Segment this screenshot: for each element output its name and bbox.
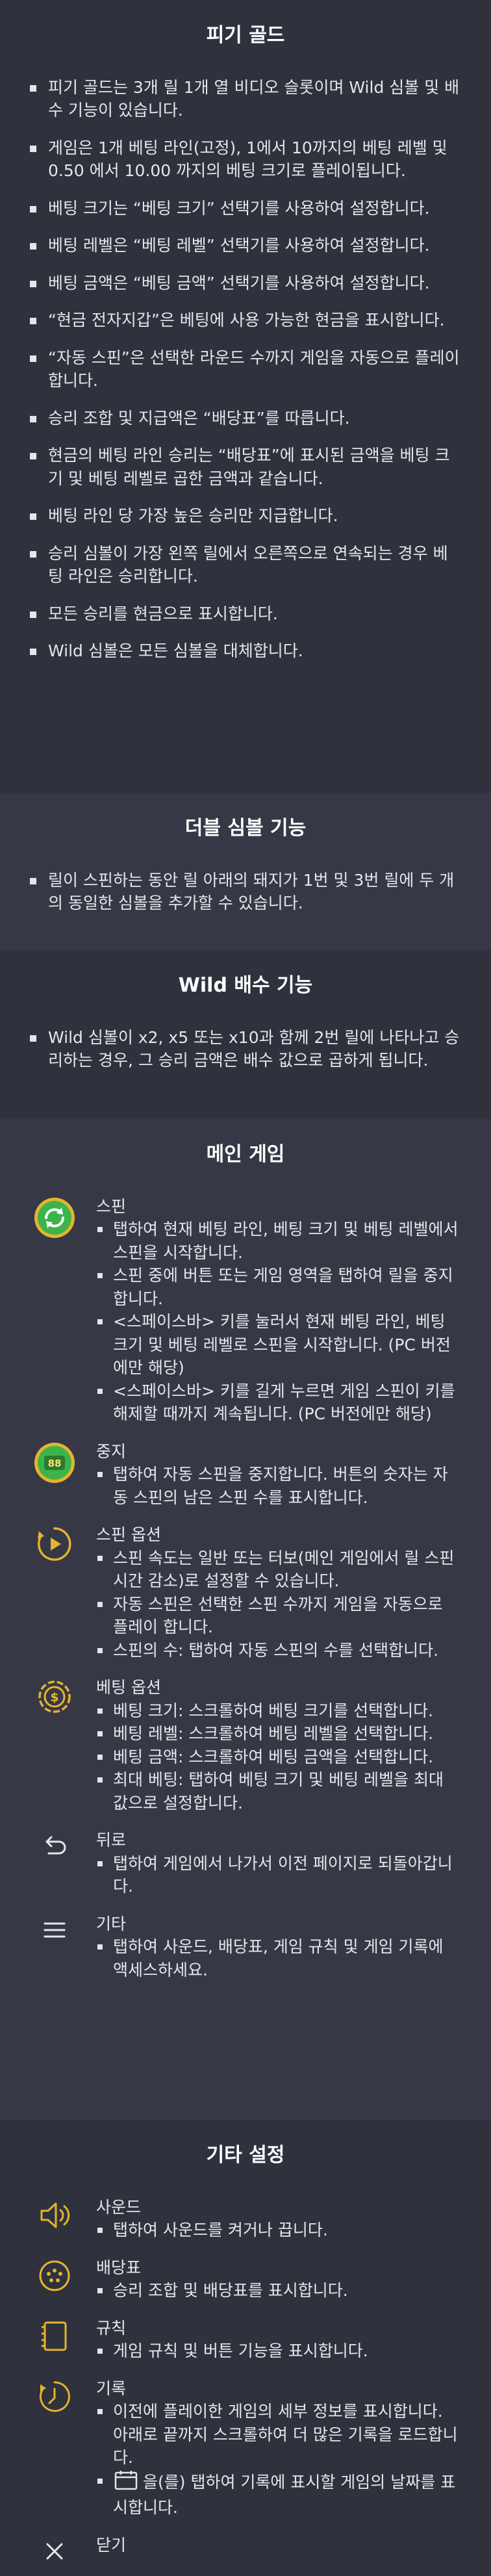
list-item: 릴이 스핀하는 동안 릴 아래의 돼지가 1번 및 3번 릴에 두 개의 동일한… [29, 869, 462, 915]
list-item: 승리 조합 및 지급액은 “배당표”를 따릅니다. [29, 407, 462, 430]
control-row-menu: 기타 탭하여 사운드, 배당표, 게임 규칙 및 게임 기록에 액세스하세요. [29, 1913, 462, 1982]
history-date-text: 을(를) 탭하여 기록에 표시할 게임의 날짜를 표시합니다. [113, 2472, 456, 2518]
stop-count: 88 [48, 1458, 62, 1469]
control-name: 규칙 [96, 2318, 127, 2338]
main-game-section: 메인 게임 스핀 탭하여 현재 베팅 라인, 베팅 크기 및 베팅 레벨에서 스… [0, 1119, 491, 2120]
list-item: Wild 심볼이 x2, x5 또는 x10과 함께 2번 릴에 나타나고 승리… [29, 1026, 462, 1072]
rules-section: 피기 골드 피기 골드는 3개 릴 1개 열 비디오 슬롯이며 Wild 심볼 … [0, 0, 491, 793]
rules-icon[interactable] [29, 2317, 81, 2354]
list-item: 승리 조합 및 배당표를 표시합니다. [96, 2279, 462, 2302]
menu-icon[interactable] [29, 1913, 81, 1946]
list-item: 이전에 플레이한 게임의 세부 정보를 표시합니다. 아래로 끝까지 스크롤하여… [96, 2400, 462, 2469]
list-item: 승리 심볼이 가장 왼쪽 릴에서 오른쪽으로 연속되는 경우 베팅 라인은 승리… [29, 542, 462, 588]
control-row-paytable: 배당표 승리 조합 및 배당표를 표시합니다. [29, 2256, 462, 2302]
list-item: 베팅 라인 당 가장 높은 승리만 지급합니다. [29, 504, 462, 528]
control-name: 닫기 [96, 2535, 127, 2555]
list-item: 모든 승리를 현금으로 표시합니다. [29, 602, 462, 626]
double-symbol-title: 더블 심볼 기능 [184, 817, 307, 840]
control-row-close: 닫기 [29, 2534, 462, 2568]
close-icon[interactable] [29, 2534, 81, 2568]
main-game-title: 메인 게임 [206, 1143, 285, 1166]
list-item: “자동 스핀”은 선택한 라운드 수까지 게임을 자동으로 플레이합니다. [29, 346, 462, 393]
wild-multiplier-section: Wild 배수 기능 Wild 심볼이 x2, x5 또는 x10과 함께 2번… [0, 950, 491, 1119]
control-row-spin: 스핀 탭하여 현재 베팅 라인, 베팅 크기 및 베팅 레벨에서 스핀을 시작합… [29, 1195, 462, 1426]
double-symbol-section: 더블 심볼 기능 릴이 스핀하는 동안 릴 아래의 돼지가 1번 및 3번 릴에… [0, 793, 491, 950]
list-item: 베팅 금액은 “베팅 금액” 선택기를 사용하여 설정합니다. [29, 272, 462, 295]
other-settings-title: 기타 설정 [206, 2144, 285, 2167]
svg-text:$: $ [50, 1690, 58, 1705]
control-row-bet-options: $ 베팅 옵션 베팅 크기: 스크롤하여 베팅 크기를 선택합니다. 베팅 레벨… [29, 1676, 462, 1814]
list-item: 자동 스핀은 선택한 스핀 수까지 게임을 자동으로 플레이 합니다. [96, 1593, 462, 1639]
control-name: 배당표 [96, 2258, 142, 2277]
history-icon[interactable] [29, 2377, 81, 2415]
control-name: 기록 [96, 2378, 127, 2398]
list-item: 탭하여 게임에서 나가서 이전 페이지로 되돌아갑니다. [96, 1852, 462, 1898]
control-name: 베팅 옵션 [96, 1678, 161, 1697]
stop-icon[interactable]: 88 [29, 1440, 81, 1484]
list-item: 스핀 속도는 일반 또는 터보(메인 게임에서 릴 스핀 시간 감소)로 설정할… [96, 1547, 462, 1593]
wild-multiplier-list: Wild 심볼이 x2, x5 또는 x10과 함께 2번 릴에 나타나고 승리… [29, 1026, 462, 1072]
control-name: 기타 [96, 1914, 127, 1933]
list-item: 베팅 레벨은 “베팅 레벨” 선택기를 사용하여 설정합니다. [29, 234, 462, 257]
control-name: 사운드 [96, 2197, 142, 2217]
list-item: <스페이스바> 키를 길게 누르면 게임 스핀이 키를 해제할 때까지 계속됩니… [96, 1380, 462, 1426]
control-row-stop: 88 중지 탭하여 자동 스핀을 중지합니다. 버튼의 숫자는 자동 스핀의 남… [29, 1440, 462, 1510]
list-item: 베팅 크기는 “베팅 크기” 선택기를 사용하여 설정합니다. [29, 197, 462, 220]
list-item: 스핀의 수: 탭하여 자동 스핀의 수를 선택합니다. [96, 1639, 462, 1662]
rules-title: 피기 골드 [206, 24, 285, 47]
list-item: 게임 규칙 및 버튼 기능을 표시합니다. [96, 2339, 462, 2363]
list-item: 최대 베팅: 탭하여 베팅 크기 및 베팅 레벨을 최대 값으로 설정합니다. [96, 1768, 462, 1814]
control-row-rules: 규칙 게임 규칙 및 버튼 기능을 표시합니다. [29, 2317, 462, 2363]
other-settings-section: 기타 설정 사운드 탭하여 사운드를 켜거나 끕니다. 배당표 승리 조합 및 … [0, 2120, 491, 2576]
list-item: 피기 골드는 3개 릴 1개 열 비디오 슬롯이며 Wild 심볼 및 배수 기… [29, 76, 462, 122]
list-item: 탭하여 사운드, 배당표, 게임 규칙 및 게임 기록에 액세스하세요. [96, 1935, 462, 1981]
help-page: 피기 골드 피기 골드는 3개 릴 1개 열 비디오 슬롯이며 Wild 심볼 … [0, 0, 491, 2576]
list-item: “현금 전자지갑”은 베팅에 사용 가능한 현금을 표시합니다. [29, 309, 462, 332]
double-symbol-list: 릴이 스핀하는 동안 릴 아래의 돼지가 1번 및 3번 릴에 두 개의 동일한… [29, 869, 462, 915]
paytable-icon[interactable] [29, 2256, 81, 2294]
rules-list: 피기 골드는 3개 릴 1개 열 비디오 슬롯이며 Wild 심볼 및 배수 기… [29, 76, 462, 663]
list-item: <스페이스바> 키를 눌러서 현재 베팅 라인, 베팅 크기 및 베팅 레벨로 … [96, 1310, 462, 1380]
list-item: 게임은 1개 베팅 라인(고정), 1에서 10까지의 베팅 레벨 및 0.50… [29, 136, 462, 183]
list-item: 탭하여 사운드를 켜거나 끕니다. [96, 2219, 462, 2242]
control-name: 중지 [96, 1441, 127, 1461]
control-name: 스핀 [96, 1196, 127, 1216]
wild-multiplier-title: Wild 배수 기능 [178, 974, 313, 997]
list-item: 탭하여 자동 스핀을 중지합니다. 버튼의 숫자는 자동 스핀의 남은 스핀 수… [96, 1463, 462, 1509]
control-name: 뒤로 [96, 1831, 127, 1850]
list-item: 스핀 중에 버튼 또는 게임 영역을 탭하여 릴을 중지합니다. [96, 1264, 462, 1310]
list-item: 을(를) 탭하여 기록에 표시할 게임의 날짜를 표시합니다. [96, 2469, 462, 2519]
list-item: Wild 심볼은 모든 심볼을 대체합니다. [29, 639, 462, 663]
bet-options-icon[interactable]: $ [29, 1676, 81, 1716]
list-item: 탭하여 현재 베팅 라인, 베팅 크기 및 베팅 레벨에서 스핀을 시작합니다. [96, 1218, 462, 1264]
spin-icon[interactable] [29, 1195, 81, 1239]
control-row-sound: 사운드 탭하여 사운드를 켜거나 끕니다. [29, 2196, 462, 2242]
spin-options-icon[interactable] [29, 1523, 81, 1564]
list-item: 현금의 베팅 라인 승리는 “배당표”에 표시된 금액을 베팅 크기 및 베팅 … [29, 444, 462, 490]
control-row-spin-options: 스핀 옵션 스핀 속도는 일반 또는 터보(메인 게임에서 릴 스핀 시간 감소… [29, 1523, 462, 1662]
list-item: 베팅 레벨: 스크롤하여 베팅 레벨을 선택합니다. [96, 1722, 462, 1745]
list-item: 베팅 크기: 스크롤하여 베팅 크기를 선택합니다. [96, 1699, 462, 1723]
back-icon[interactable] [29, 1829, 81, 1862]
control-name: 스핀 옵션 [96, 1525, 161, 1545]
sound-icon[interactable] [29, 2196, 81, 2234]
calendar-icon[interactable] [113, 2469, 139, 2497]
list-item: 베팅 금액: 스크롤하여 베팅 금액을 선택합니다. [96, 1745, 462, 1769]
control-row-history: 기록 이전에 플레이한 게임의 세부 정보를 표시합니다. 아래로 끝까지 스크… [29, 2377, 462, 2519]
control-row-back: 뒤로 탭하여 게임에서 나가서 이전 페이지로 되돌아갑니다. [29, 1829, 462, 1898]
